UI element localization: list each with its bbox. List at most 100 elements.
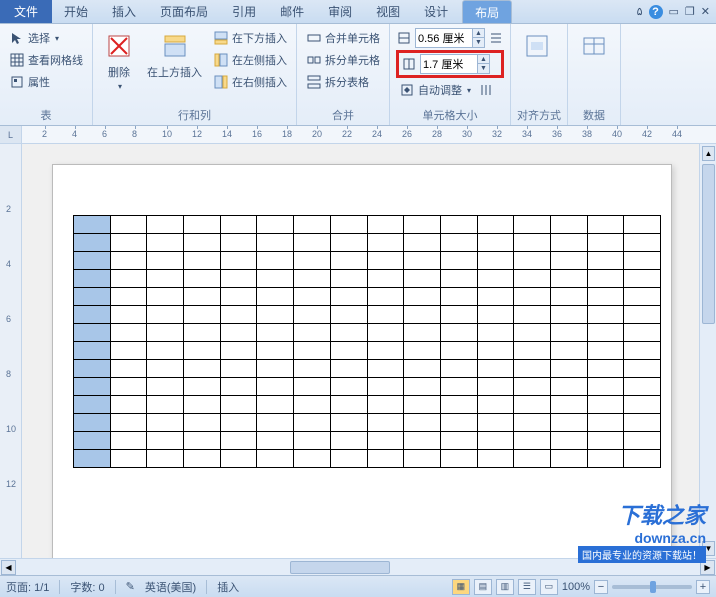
table-cell[interactable] [440, 378, 477, 396]
scroll-left-icon[interactable]: ◀ [1, 560, 16, 575]
table-cell[interactable] [367, 216, 404, 234]
table-cell[interactable] [147, 396, 184, 414]
table-cell[interactable] [294, 234, 331, 252]
table-cell[interactable] [440, 288, 477, 306]
ruler-corner[interactable]: L [0, 126, 22, 144]
table-cell[interactable] [294, 414, 331, 432]
table-cell[interactable] [257, 288, 294, 306]
table-cell[interactable] [550, 360, 587, 378]
tab-layout[interactable]: 布局 [462, 0, 512, 23]
insert-mode[interactable]: 插入 [217, 579, 239, 595]
table-cell[interactable] [147, 270, 184, 288]
table-row[interactable] [74, 360, 661, 378]
select-button[interactable]: 选择 ▾ [6, 28, 86, 48]
table-cell[interactable] [110, 360, 147, 378]
table-cell[interactable] [477, 288, 514, 306]
table-cell[interactable] [367, 360, 404, 378]
table-cell[interactable] [294, 324, 331, 342]
table-cell[interactable] [147, 432, 184, 450]
table-cell[interactable] [184, 252, 221, 270]
table-cell[interactable] [147, 324, 184, 342]
table-cell[interactable] [184, 342, 221, 360]
table-row[interactable] [74, 216, 661, 234]
table-cell[interactable] [74, 288, 111, 306]
table-cell[interactable] [184, 288, 221, 306]
table-cell[interactable] [550, 270, 587, 288]
table-cell[interactable] [220, 378, 257, 396]
table-cell[interactable] [220, 306, 257, 324]
autofit-button[interactable]: 自动调整 ▾ [396, 80, 504, 100]
spinner-down-icon[interactable]: ▼ [472, 38, 484, 47]
zoom-out-button[interactable]: − [594, 580, 608, 594]
table-cell[interactable] [184, 414, 221, 432]
table-cell[interactable] [440, 342, 477, 360]
table-cell[interactable] [74, 270, 111, 288]
table-cell[interactable] [220, 288, 257, 306]
table-cell[interactable] [147, 234, 184, 252]
table-row[interactable] [74, 450, 661, 468]
table-cell[interactable] [330, 342, 367, 360]
table-cell[interactable] [330, 360, 367, 378]
table-cell[interactable] [367, 252, 404, 270]
table-cell[interactable] [184, 270, 221, 288]
table-cell[interactable] [220, 414, 257, 432]
print-layout-view-icon[interactable]: ▦ [452, 579, 470, 595]
insert-left-button[interactable]: 在左侧插入 [210, 50, 290, 70]
split-cells-button[interactable]: 拆分单元格 [303, 50, 383, 70]
table-cell[interactable] [514, 378, 551, 396]
properties-button[interactable]: 属性 [6, 72, 86, 92]
table-cell[interactable] [110, 342, 147, 360]
table-cell[interactable] [624, 450, 661, 468]
table-cell[interactable] [147, 414, 184, 432]
file-tab[interactable]: 文件 [0, 0, 52, 23]
table-cell[interactable] [147, 288, 184, 306]
table-cell[interactable] [330, 396, 367, 414]
draft-view-icon[interactable]: ▭ [540, 579, 558, 595]
tab-home[interactable]: 开始 [52, 0, 100, 23]
table-cell[interactable] [110, 288, 147, 306]
delete-button[interactable]: 删除 ▾ [99, 28, 139, 105]
table-cell[interactable] [404, 450, 441, 468]
table-cell[interactable] [587, 450, 624, 468]
spinner-down-icon[interactable]: ▼ [477, 64, 489, 73]
scroll-up-icon[interactable]: ▲ [702, 146, 715, 161]
table-cell[interactable] [74, 324, 111, 342]
table-cell[interactable] [624, 414, 661, 432]
table-cell[interactable] [74, 252, 111, 270]
table-cell[interactable] [514, 270, 551, 288]
spinner-up-icon[interactable]: ▲ [477, 55, 489, 64]
table-cell[interactable] [330, 270, 367, 288]
table-cell[interactable] [587, 414, 624, 432]
table-cell[interactable] [587, 252, 624, 270]
table-cell[interactable] [477, 432, 514, 450]
table-cell[interactable] [330, 378, 367, 396]
table-cell[interactable] [110, 234, 147, 252]
table-cell[interactable] [587, 288, 624, 306]
table-cell[interactable] [147, 252, 184, 270]
tab-mailings[interactable]: 邮件 [268, 0, 316, 23]
table-cell[interactable] [294, 450, 331, 468]
table-row[interactable] [74, 288, 661, 306]
table-cell[interactable] [330, 216, 367, 234]
scroll-down-icon[interactable]: ▼ [702, 541, 715, 556]
table-cell[interactable] [367, 396, 404, 414]
table-cell[interactable] [184, 324, 221, 342]
table-cell[interactable] [367, 288, 404, 306]
table-cell[interactable] [550, 288, 587, 306]
table-row[interactable] [74, 342, 661, 360]
document-table[interactable] [73, 215, 661, 468]
vertical-scrollbar[interactable]: ▲ ▼ [699, 144, 716, 558]
data-button[interactable] [574, 28, 614, 105]
col-width-field[interactable] [421, 58, 477, 70]
table-cell[interactable] [257, 216, 294, 234]
table-cell[interactable] [624, 306, 661, 324]
table-cell[interactable] [514, 396, 551, 414]
web-layout-view-icon[interactable]: ▥ [496, 579, 514, 595]
table-cell[interactable] [294, 306, 331, 324]
table-cell[interactable] [184, 306, 221, 324]
table-cell[interactable] [74, 342, 111, 360]
tab-view[interactable]: 视图 [364, 0, 412, 23]
table-cell[interactable] [330, 288, 367, 306]
table-cell[interactable] [550, 342, 587, 360]
table-cell[interactable] [440, 270, 477, 288]
